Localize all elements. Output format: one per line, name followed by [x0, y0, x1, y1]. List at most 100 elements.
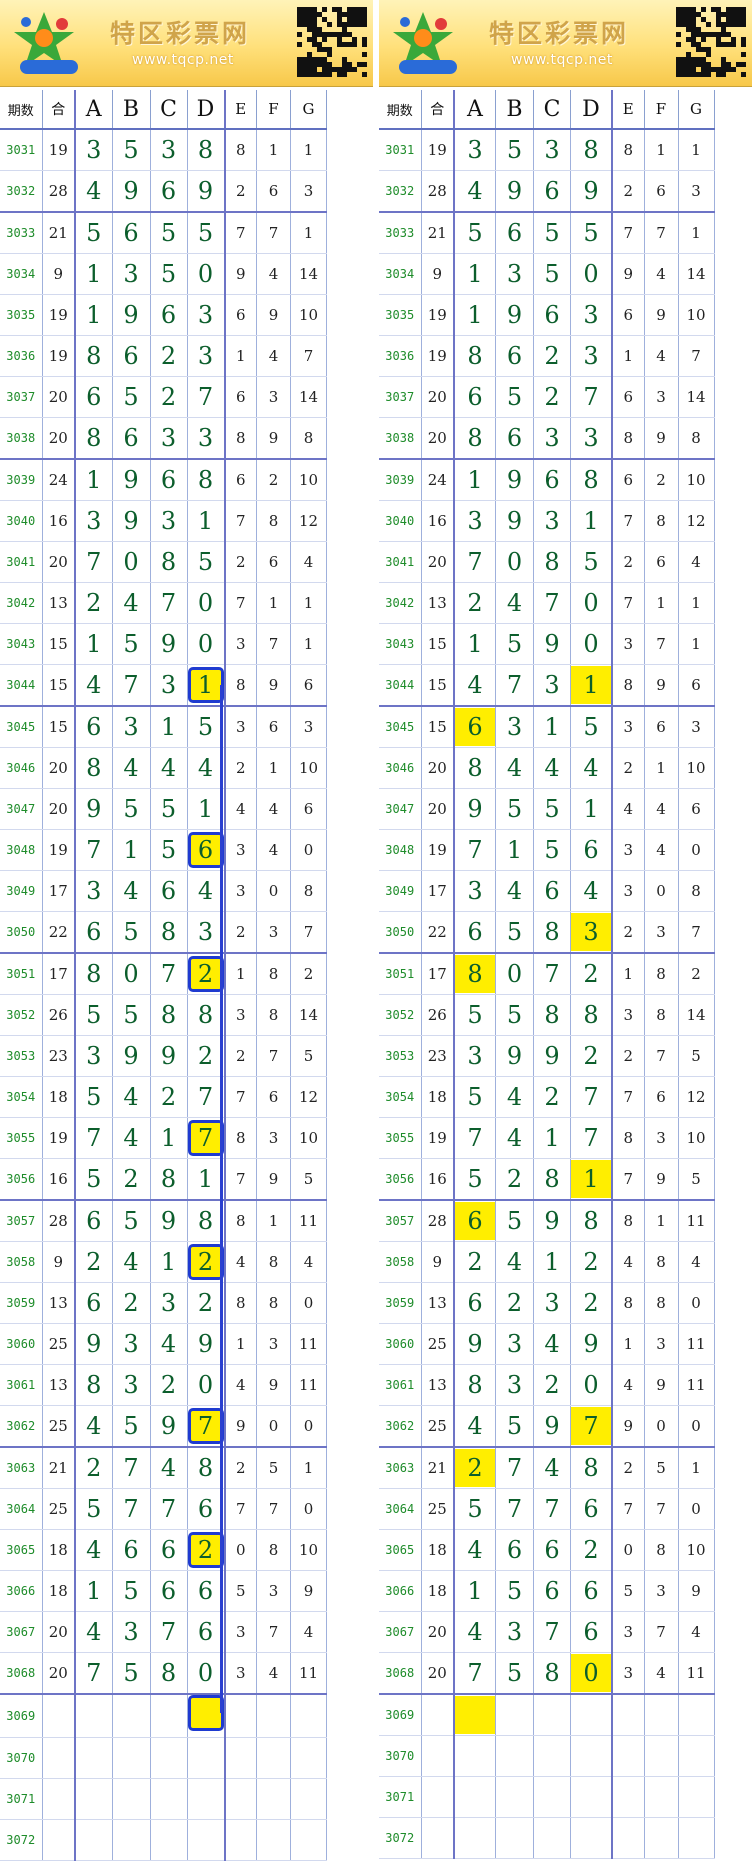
cell-c — [150, 1778, 188, 1820]
cell-d: 3 — [570, 911, 613, 954]
cell-b: 6 — [495, 212, 534, 254]
cell-f: 3 — [256, 911, 291, 954]
trend-line — [219, 974, 223, 1138]
cell-a — [75, 1819, 113, 1861]
cell-s — [421, 1817, 455, 1859]
cell-e: 8 — [224, 129, 257, 171]
cell-d: 1 — [570, 788, 613, 830]
cell-b: 9 — [112, 170, 151, 213]
cell-e: 7 — [224, 582, 257, 624]
cell-a: 4 — [454, 664, 496, 707]
cell-s: 21 — [42, 212, 76, 254]
cell-d: 0 — [187, 623, 226, 665]
cell-g: 10 — [678, 294, 715, 336]
table-row: 3044 15 4 7 3 1 8 9 6 — [0, 664, 327, 707]
cell-issue: 3033 — [379, 212, 422, 254]
cell-b: 9 — [112, 500, 151, 542]
cell-e — [612, 1694, 645, 1736]
cell-a: 1 — [75, 459, 113, 501]
cell-e: 2 — [224, 1035, 257, 1077]
cell-g: 2 — [678, 953, 715, 995]
cell-e: 8 — [224, 1200, 257, 1242]
cell-b: 3 — [495, 1364, 534, 1406]
cell-s: 22 — [421, 911, 455, 954]
cell-issue: 3065 — [379, 1529, 422, 1571]
site-url[interactable]: www.tqcp.net — [511, 52, 613, 68]
cell-issue: 3060 — [0, 1323, 43, 1365]
table-row: 3036 19 8 6 2 3 1 4 7 — [379, 335, 715, 377]
cell-s: 19 — [421, 294, 455, 336]
cell-f: 9 — [644, 664, 679, 707]
cell-c: 8 — [150, 911, 188, 954]
cell-g: 14 — [290, 994, 327, 1036]
table-row: 3037 20 6 5 2 7 6 3 14 — [0, 376, 327, 418]
cell-issue: 3058 — [0, 1241, 43, 1283]
cell-f: 7 — [644, 1611, 679, 1653]
cell-s: 21 — [421, 1447, 455, 1489]
table-row: 3035 19 1 9 6 3 6 9 10 — [379, 294, 715, 336]
highlight-mark: 8 — [455, 955, 495, 993]
cell-d: 1 — [570, 500, 613, 542]
cell-a: 7 — [454, 1652, 496, 1695]
table-row: 3031 19 3 5 3 8 8 1 1 — [0, 129, 327, 171]
cell-s: 18 — [421, 1076, 455, 1118]
table-row: 3058 9 2 4 1 2 4 8 4 — [379, 1241, 715, 1283]
cell-c: 8 — [533, 541, 571, 583]
cell-a: 3 — [454, 870, 496, 912]
cell-e: 8 — [612, 664, 645, 707]
cell-c: 7 — [150, 1611, 188, 1653]
cell-s: 18 — [42, 1529, 76, 1571]
cell-s — [421, 1776, 455, 1818]
cell-b: 0 — [112, 541, 151, 583]
cell-s: 13 — [42, 1364, 76, 1406]
cell-c: 3 — [150, 664, 188, 707]
cell-issue: 3036 — [379, 335, 422, 377]
cell-a: 3 — [454, 500, 496, 542]
cell-s — [42, 1819, 76, 1861]
cell-f: 4 — [256, 788, 291, 830]
cell-e — [612, 1817, 645, 1859]
cell-a: 6 — [75, 706, 113, 748]
table-row: 3049 17 3 4 6 4 3 0 8 — [0, 870, 327, 912]
cell-f: 6 — [256, 706, 291, 748]
cell-f: 4 — [644, 335, 679, 377]
cell-c: 8 — [150, 994, 188, 1036]
cell-c: 4 — [150, 1447, 188, 1489]
cell-issue: 3054 — [0, 1076, 43, 1118]
cell-d: 9 — [570, 1323, 613, 1365]
cell-c: 7 — [533, 1488, 571, 1530]
cell-issue: 3061 — [379, 1364, 422, 1406]
cell-g: 4 — [290, 541, 327, 583]
table-row: 3053 23 3 9 9 2 2 7 5 — [379, 1035, 715, 1077]
cell-e: 8 — [224, 1117, 257, 1159]
table-row: 3038 20 8 6 3 3 8 9 8 — [379, 417, 715, 460]
cell-b: 6 — [495, 335, 534, 377]
cell-issue: 3037 — [379, 376, 422, 418]
cell-issue: 3071 — [0, 1778, 43, 1820]
trend-table: 期数合 A B C D E F G 3031 19 3 5 3 8 8 1 1 3032 28 4 9 6 9 2 6 3 3033… — [379, 90, 715, 1859]
site-url[interactable]: www.tqcp.net — [132, 52, 234, 68]
cell-e: 2 — [224, 541, 257, 583]
cell-g: 8 — [290, 870, 327, 912]
cell-b: 7 — [495, 1488, 534, 1530]
cell-f: 9 — [644, 417, 679, 460]
cell-g: 5 — [290, 1158, 327, 1201]
table-row: 3056 16 5 2 8 1 7 9 5 — [0, 1158, 327, 1201]
cell-c: 1 — [150, 1117, 188, 1159]
cell-b: 6 — [495, 417, 534, 460]
table-row: 3059 13 6 2 3 2 8 8 0 — [379, 1282, 715, 1324]
cell-issue: 3063 — [379, 1447, 422, 1489]
cell-f — [644, 1694, 679, 1736]
cell-a: 4 — [454, 1611, 496, 1653]
cell-b — [495, 1694, 534, 1736]
cell-d: 3 — [570, 294, 613, 336]
cell-a: 8 — [454, 953, 496, 995]
cell-a: 8 — [454, 417, 496, 460]
cell-issue: 3063 — [0, 1447, 43, 1489]
cell-e: 4 — [612, 1364, 645, 1406]
cell-d: 7 — [570, 1076, 613, 1118]
table-row: 3059 13 6 2 3 2 8 8 0 — [0, 1282, 327, 1324]
cell-g: 6 — [290, 664, 327, 707]
cell-s: 15 — [42, 706, 76, 748]
cell-b: 4 — [112, 747, 151, 789]
